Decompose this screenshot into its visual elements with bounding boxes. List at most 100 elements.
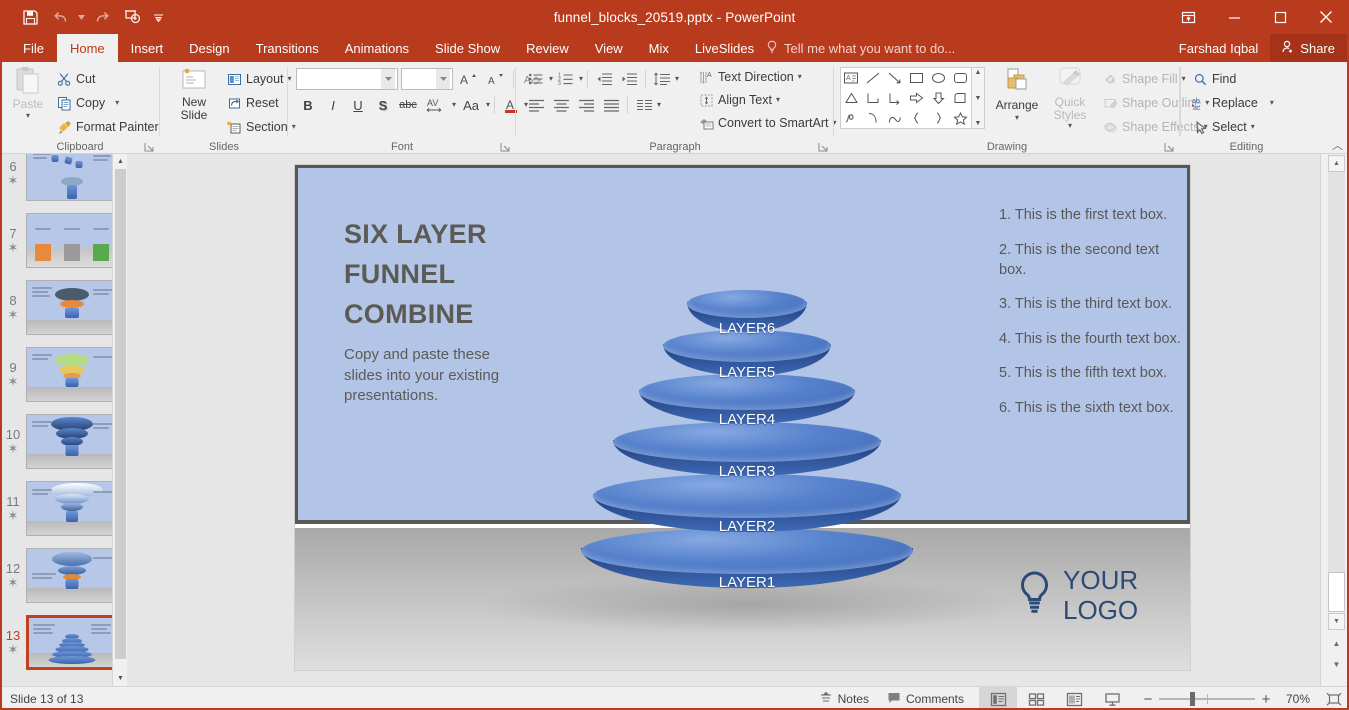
change-case-dropdown-icon[interactable]: ▾ xyxy=(486,101,490,109)
thumbnail-preview[interactable] xyxy=(26,481,117,536)
zoom-in-button[interactable]: + xyxy=(1255,687,1277,710)
scroll-track[interactable] xyxy=(1328,172,1345,611)
align-text-button[interactable]: Align Text ▾ xyxy=(694,89,840,111)
tab-mix[interactable]: Mix xyxy=(636,34,682,62)
select-button[interactable]: Select ▾ xyxy=(1188,116,1278,138)
thumbnail-preview[interactable] xyxy=(26,615,117,670)
share-button[interactable]: Share xyxy=(1270,34,1349,62)
text-shadow-button[interactable]: S xyxy=(371,94,395,116)
thumbnail-slide-6[interactable]: 6 ✶ xyxy=(0,154,127,207)
shape-arc-icon[interactable] xyxy=(863,108,885,128)
arrange-button[interactable]: Arrange ▾ xyxy=(990,66,1044,134)
shape-rectangle-icon[interactable] xyxy=(906,68,928,88)
tab-insert[interactable]: Insert xyxy=(118,34,177,62)
thumbnail-preview[interactable] xyxy=(26,347,117,402)
align-center-button[interactable] xyxy=(549,94,573,116)
redo-icon[interactable] xyxy=(88,3,116,31)
shape-elbow-arrow-icon[interactable] xyxy=(884,88,906,108)
thumbnail-scroll-up-icon[interactable]: ▲ xyxy=(113,154,127,169)
text-direction-dropdown-icon[interactable]: ▾ xyxy=(798,73,802,81)
previous-slide-icon[interactable]: ▲​ xyxy=(1328,635,1345,652)
scroll-thumb[interactable] xyxy=(1328,572,1345,612)
tab-liveslides[interactable]: LiveSlides xyxy=(682,34,767,62)
paste-button[interactable]: Paste ▾ xyxy=(6,66,50,130)
numbering-dropdown-icon[interactable]: ▾ xyxy=(579,75,583,83)
shape-down-arrow-icon[interactable] xyxy=(928,88,950,108)
slide-vertical-scrollbar[interactable]: ▲ ▼ ▲​ ▼ xyxy=(1320,154,1349,686)
tab-animations[interactable]: Animations xyxy=(332,34,422,62)
shape-oval-icon[interactable] xyxy=(928,68,950,88)
replace-dropdown-icon[interactable]: ▾ xyxy=(1270,99,1274,107)
zoom-out-button[interactable]: − xyxy=(1137,687,1159,710)
undo-icon[interactable] xyxy=(46,3,74,31)
clipboard-dialog-launcher[interactable] xyxy=(144,140,156,152)
zoom-slider[interactable] xyxy=(1159,687,1255,710)
format-painter-button[interactable]: Format Painter xyxy=(52,116,163,138)
shapes-gallery-scroll[interactable]: ▲ ▼ ▼ xyxy=(972,67,985,129)
gallery-more-icon[interactable]: ▼ xyxy=(975,120,982,127)
shape-rounded-rect-icon[interactable] xyxy=(949,68,971,88)
font-name-combo[interactable] xyxy=(296,68,398,90)
thumbnail-scroll-down-icon[interactable]: ▼ xyxy=(113,671,127,686)
scroll-down-icon[interactable]: ▼ xyxy=(1328,613,1345,630)
funnel-layer-4[interactable]: LAYER4 xyxy=(639,374,855,430)
undo-dropdown-icon[interactable] xyxy=(76,3,86,31)
thumbnail-slide-10[interactable]: 10 ✶ xyxy=(0,408,127,475)
shape-elbow-connector-icon[interactable] xyxy=(863,88,885,108)
italic-button[interactable]: I xyxy=(321,94,345,116)
comments-button[interactable]: Comments xyxy=(878,687,973,710)
shapes-gallery[interactable]: A xyxy=(840,67,972,129)
shape-curve-icon[interactable] xyxy=(884,108,906,128)
thumbnail-preview[interactable] xyxy=(26,154,117,201)
save-icon[interactable] xyxy=(16,3,44,31)
cut-button[interactable]: Cut xyxy=(52,68,163,90)
thumbnail-slide-9[interactable]: 9 ✶ xyxy=(0,341,127,408)
slide-canvas[interactable]: SIX LAYER FUNNEL COMBINE Copy and paste … xyxy=(142,154,1320,686)
justify-button[interactable] xyxy=(599,94,623,116)
thumbnail-preview[interactable] xyxy=(26,213,117,268)
slide-bullet-list[interactable]: 1. This is the first text box. 2. This i… xyxy=(999,205,1189,432)
thumbnail-slide-13[interactable]: 13 ✶ xyxy=(0,609,127,676)
maximize-icon[interactable] xyxy=(1257,0,1303,34)
gallery-scroll-down-icon[interactable]: ▼ xyxy=(975,95,982,102)
shape-triangle-icon[interactable] xyxy=(841,88,863,108)
shape-right-brace-icon[interactable] xyxy=(928,108,950,128)
strikethrough-button[interactable]: abc xyxy=(396,94,420,116)
shape-textbox-icon[interactable]: A xyxy=(841,68,863,88)
shape-left-brace-icon[interactable] xyxy=(906,108,928,128)
zoom-slider-handle[interactable] xyxy=(1190,692,1195,706)
replace-button[interactable]: ab ac Replace ▾ xyxy=(1188,92,1278,114)
tab-view[interactable]: View xyxy=(582,34,636,62)
align-text-dropdown-icon[interactable]: ▾ xyxy=(776,96,780,104)
shape-right-arrow-icon[interactable] xyxy=(906,88,928,108)
columns-dropdown-icon[interactable]: ▾ xyxy=(657,101,661,109)
funnel-layer-6[interactable]: LAYER6 xyxy=(687,290,807,340)
tab-file[interactable]: File xyxy=(10,34,57,62)
funnel-graphic[interactable]: LAYER1 LAYER2 LAYER3 LAYER4 LAYER5 LAYER… xyxy=(467,290,1027,640)
minimize-icon[interactable] xyxy=(1211,0,1257,34)
quick-styles-dropdown-icon[interactable]: ▾ xyxy=(1068,122,1072,130)
line-spacing-dropdown-icon[interactable]: ▾ xyxy=(675,75,679,83)
shape-arrow-icon[interactable] xyxy=(884,68,906,88)
columns-button[interactable] xyxy=(632,94,656,116)
customize-qat-icon[interactable] xyxy=(148,3,168,31)
shape-line-icon[interactable] xyxy=(863,68,885,88)
tab-design[interactable]: Design xyxy=(176,34,242,62)
normal-view-button[interactable] xyxy=(979,687,1017,710)
align-right-button[interactable] xyxy=(574,94,598,116)
chevron-down-icon[interactable] xyxy=(381,69,395,89)
align-left-button[interactable] xyxy=(524,94,548,116)
slide-thumbnail-pane[interactable]: 6 ✶ 7 ✶ 8 ✶ 9 ✶ 10 ✶ 11 ✶ 12 ✶ 13 ✶ ▲ ▼ xyxy=(0,154,127,686)
slideshow-view-button[interactable] xyxy=(1093,687,1131,710)
arrange-dropdown-icon[interactable]: ▾ xyxy=(1015,114,1019,122)
logo-placeholder[interactable]: YOUR LOGO xyxy=(1016,565,1138,625)
chevron-down-icon[interactable] xyxy=(436,69,450,89)
next-slide-icon[interactable]: ▼ xyxy=(1328,656,1345,673)
slide-sorter-view-button[interactable] xyxy=(1017,687,1055,710)
line-spacing-button[interactable] xyxy=(650,68,674,90)
tab-transitions[interactable]: Transitions xyxy=(243,34,332,62)
shape-star-icon[interactable] xyxy=(949,108,971,128)
increase-font-size-button[interactable]: A xyxy=(456,68,480,90)
notes-button[interactable]: Notes xyxy=(810,687,878,710)
current-slide[interactable]: SIX LAYER FUNNEL COMBINE Copy and paste … xyxy=(295,165,1190,670)
